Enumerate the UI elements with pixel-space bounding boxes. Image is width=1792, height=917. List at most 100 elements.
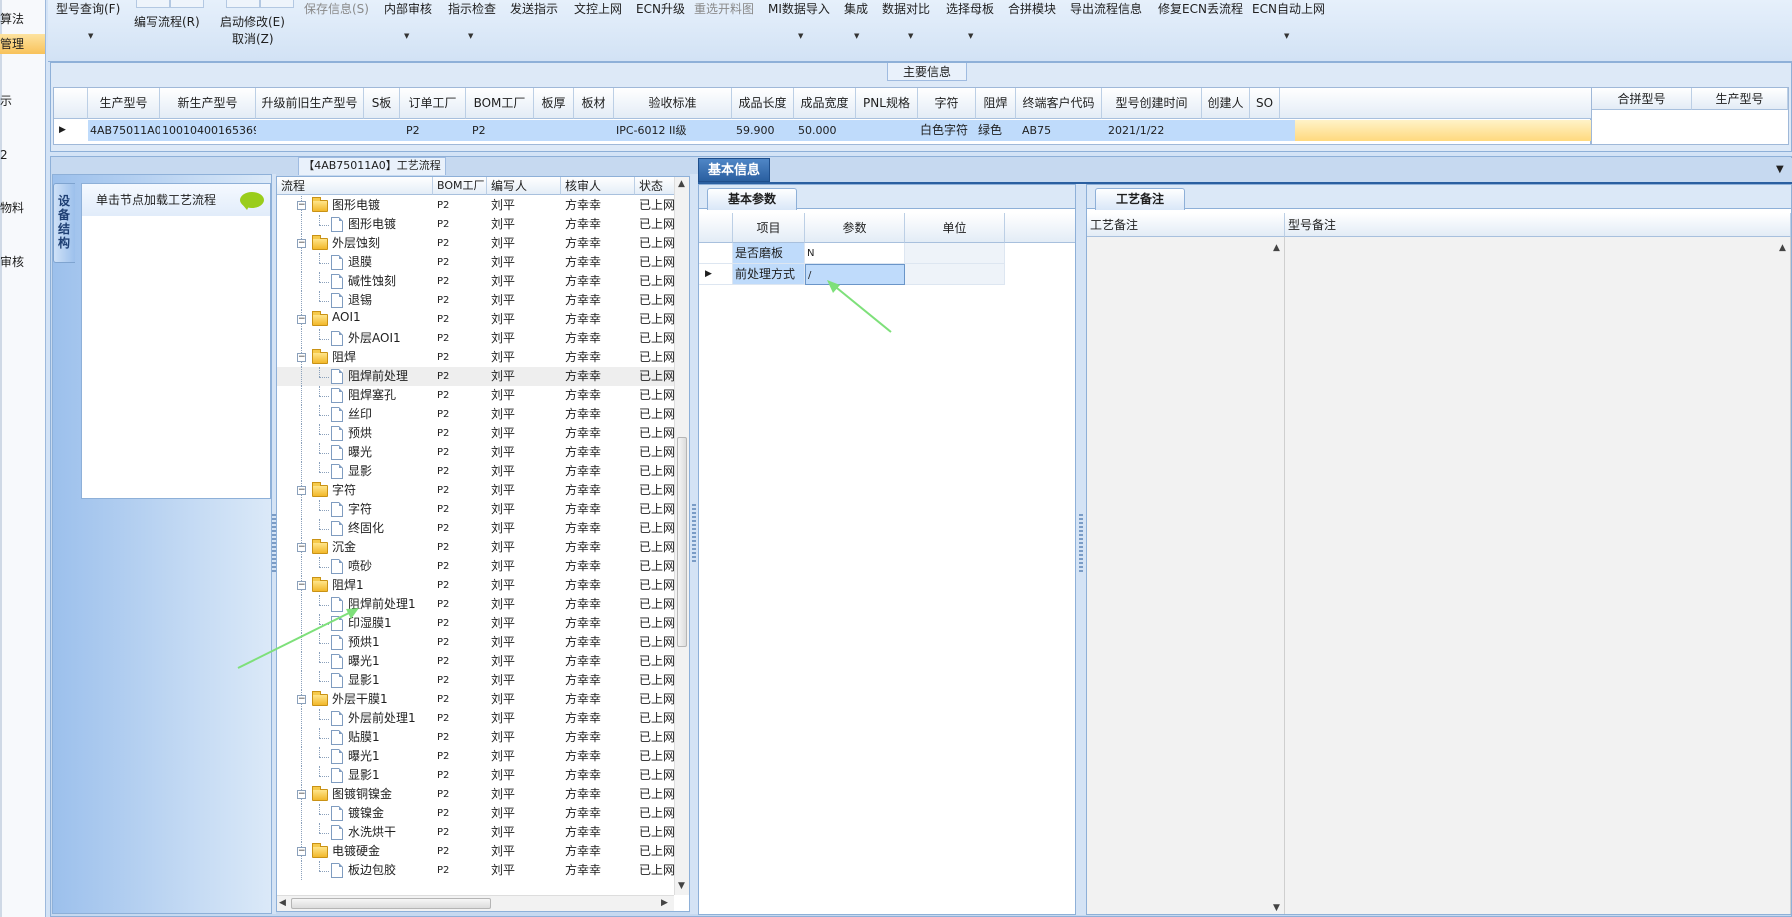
collapse-node-icon[interactable]: − — [297, 790, 306, 799]
flow-cell-reviewer[interactable]: 方幸幸 — [565, 310, 635, 329]
chevron-down-icon[interactable]: ▼ — [908, 32, 913, 40]
param-value-cell[interactable]: / — [805, 264, 905, 285]
flow-cell-writer[interactable]: 刘平 — [491, 690, 561, 709]
tab-basic-info[interactable]: 基本信息 — [698, 158, 770, 182]
fix-ecn-lost-flow-button[interactable]: 修复ECN丢流程 — [1158, 0, 1243, 17]
flow-cell-status[interactable]: 已上网 — [639, 766, 674, 785]
cell-so[interactable] — [1250, 120, 1280, 141]
flow-cell-reviewer[interactable]: 方幸幸 — [565, 804, 635, 823]
flow-cell-status[interactable]: 已上网 — [639, 785, 674, 804]
params-header-unit[interactable]: 单位 — [905, 213, 1005, 243]
splitter-grip[interactable] — [1079, 514, 1083, 574]
flow-cell-status[interactable]: 已上网 — [639, 690, 674, 709]
cell-mask[interactable]: 绿色 — [976, 120, 1016, 141]
list-item[interactable]: − 字符 P2 刘平 方幸幸 已上网 — [277, 481, 674, 500]
process-notes-textarea[interactable] — [1087, 237, 1285, 914]
flow-cell-status[interactable]: 已上网 — [639, 462, 674, 481]
list-item[interactable]: 退锡 P2 刘平 方幸幸 已上网 — [277, 291, 674, 310]
flow-cell-reviewer[interactable]: 方幸幸 — [565, 386, 635, 405]
flow-cell-status[interactable]: 已上网 — [639, 481, 674, 500]
flow-cell-writer[interactable]: 刘平 — [491, 329, 561, 348]
flow-cell-reviewer[interactable]: 方幸幸 — [565, 196, 635, 215]
flow-cell-bom[interactable]: P2 — [437, 842, 487, 861]
flow-cell-bom[interactable]: P2 — [437, 234, 487, 253]
flow-cell-writer[interactable]: 刘平 — [491, 500, 561, 519]
flow-cell-reviewer[interactable]: 方幸幸 — [565, 633, 635, 652]
flow-cell-writer[interactable]: 刘平 — [491, 310, 561, 329]
scroll-down-icon[interactable]: ▼ — [678, 881, 685, 891]
flow-cell-writer[interactable]: 刘平 — [491, 196, 561, 215]
flow-cell-reviewer[interactable]: 方幸幸 — [565, 291, 635, 310]
collapse-node-icon[interactable]: − — [297, 847, 306, 856]
flow-cell-bom[interactable]: P2 — [437, 538, 487, 557]
flow-cell-status[interactable]: 已上网 — [639, 500, 674, 519]
doc-control-online-button[interactable]: 文控上网 — [574, 0, 622, 17]
flow-cell-reviewer[interactable]: 方幸幸 — [565, 481, 635, 500]
flow-cell-writer[interactable]: 刘平 — [491, 633, 561, 652]
flow-cell-status[interactable]: 已上网 — [639, 823, 674, 842]
notes-header-process[interactable]: 工艺备注 — [1087, 213, 1285, 237]
cell-width[interactable]: 50.000 — [794, 120, 856, 141]
grid-header-order-factory[interactable]: 订单工厂 — [400, 88, 466, 119]
flow-cell-reviewer[interactable]: 方幸幸 — [565, 462, 635, 481]
grid-header-s-board[interactable]: S板 — [364, 88, 400, 119]
flow-cell-status[interactable]: 已上网 — [639, 234, 674, 253]
select-mother-board-button[interactable]: 选择母板 — [946, 0, 994, 17]
collapse-node-icon[interactable]: − — [297, 581, 306, 590]
cell-customer-code[interactable]: AB75 — [1016, 120, 1102, 141]
flow-cell-writer[interactable]: 刘平 — [491, 823, 561, 842]
param-unit-cell[interactable] — [905, 264, 1005, 285]
flow-cell-bom[interactable]: P2 — [437, 633, 487, 652]
grid-header-standard[interactable]: 验收标准 — [614, 88, 732, 119]
flow-cell-writer[interactable]: 刘平 — [491, 595, 561, 614]
flow-cell-bom[interactable]: P2 — [437, 557, 487, 576]
list-item[interactable]: − 外层干膜1 P2 刘平 方幸幸 已上网 — [277, 690, 674, 709]
list-item[interactable]: 碱性蚀刻 P2 刘平 方幸幸 已上网 — [277, 272, 674, 291]
flow-cell-reviewer[interactable]: 方幸幸 — [565, 234, 635, 253]
list-item[interactable]: 板边包胶 P2 刘平 方幸幸 已上网 — [277, 861, 674, 880]
param-item-cell[interactable]: 前处理方式 — [733, 264, 805, 285]
notes-header-model[interactable]: 型号备注 — [1285, 213, 1791, 237]
flow-cell-writer[interactable]: 刘平 — [491, 557, 561, 576]
list-item[interactable]: 退膜 P2 刘平 方幸幸 已上网 — [277, 253, 674, 272]
cell-new-model[interactable]: 10010400165369 — [160, 120, 256, 141]
scroll-thumb[interactable] — [677, 437, 687, 647]
flow-cell-writer[interactable]: 刘平 — [491, 728, 561, 747]
collapse-node-icon[interactable]: − — [297, 353, 306, 362]
grid-header-width[interactable]: 成品宽度 — [794, 88, 856, 119]
scroll-thumb[interactable] — [291, 898, 491, 909]
cell-creator[interactable] — [1202, 120, 1250, 141]
flow-cell-reviewer[interactable]: 方幸幸 — [565, 329, 635, 348]
flow-cell-reviewer[interactable]: 方幸幸 — [565, 861, 635, 880]
flow-cell-bom[interactable]: P2 — [437, 709, 487, 728]
flow-cell-bom[interactable]: P2 — [437, 690, 487, 709]
list-item[interactable]: 曝光1 P2 刘平 方幸幸 已上网 — [277, 652, 674, 671]
flow-cell-status[interactable]: 已上网 — [639, 253, 674, 272]
flow-cell-writer[interactable]: 刘平 — [491, 443, 561, 462]
flow-cell-bom[interactable]: P2 — [437, 424, 487, 443]
flow-cell-reviewer[interactable]: 方幸幸 — [565, 367, 635, 386]
flow-cell-bom[interactable]: P2 — [437, 272, 487, 291]
flow-cell-status[interactable]: 已上网 — [639, 215, 674, 234]
merge-header-merge-model[interactable]: 合拼型号 — [1592, 88, 1692, 110]
list-item[interactable]: − 沉金 P2 刘平 方幸幸 已上网 — [277, 538, 674, 557]
flow-cell-status[interactable]: 已上网 — [639, 310, 674, 329]
flow-cell-writer[interactable]: 刘平 — [491, 253, 561, 272]
scroll-up-icon[interactable]: ▲ — [1273, 243, 1280, 253]
flow-cell-reviewer[interactable]: 方幸幸 — [565, 690, 635, 709]
flow-cell-writer[interactable]: 刘平 — [491, 804, 561, 823]
flow-cell-status[interactable]: 已上网 — [639, 671, 674, 690]
list-item[interactable]: 终固化 P2 刘平 方幸幸 已上网 — [277, 519, 674, 538]
flow-cell-status[interactable]: 已上网 — [639, 595, 674, 614]
collapse-icon[interactable]: ▼ — [1776, 164, 1784, 175]
cell-char[interactable]: 白色字符 — [918, 120, 976, 141]
scroll-up-icon[interactable]: ▲ — [1779, 243, 1786, 253]
flow-cell-bom[interactable]: P2 — [437, 785, 487, 804]
flow-cell-reviewer[interactable]: 方幸幸 — [565, 614, 635, 633]
flow-cell-bom[interactable]: P2 — [437, 728, 487, 747]
collapse-node-icon[interactable]: − — [297, 315, 306, 324]
splitter-grip[interactable] — [692, 504, 696, 564]
chevron-down-icon[interactable]: ▼ — [1284, 32, 1289, 40]
flow-cell-status[interactable]: 已上网 — [639, 728, 674, 747]
splitter[interactable] — [1076, 184, 1086, 915]
